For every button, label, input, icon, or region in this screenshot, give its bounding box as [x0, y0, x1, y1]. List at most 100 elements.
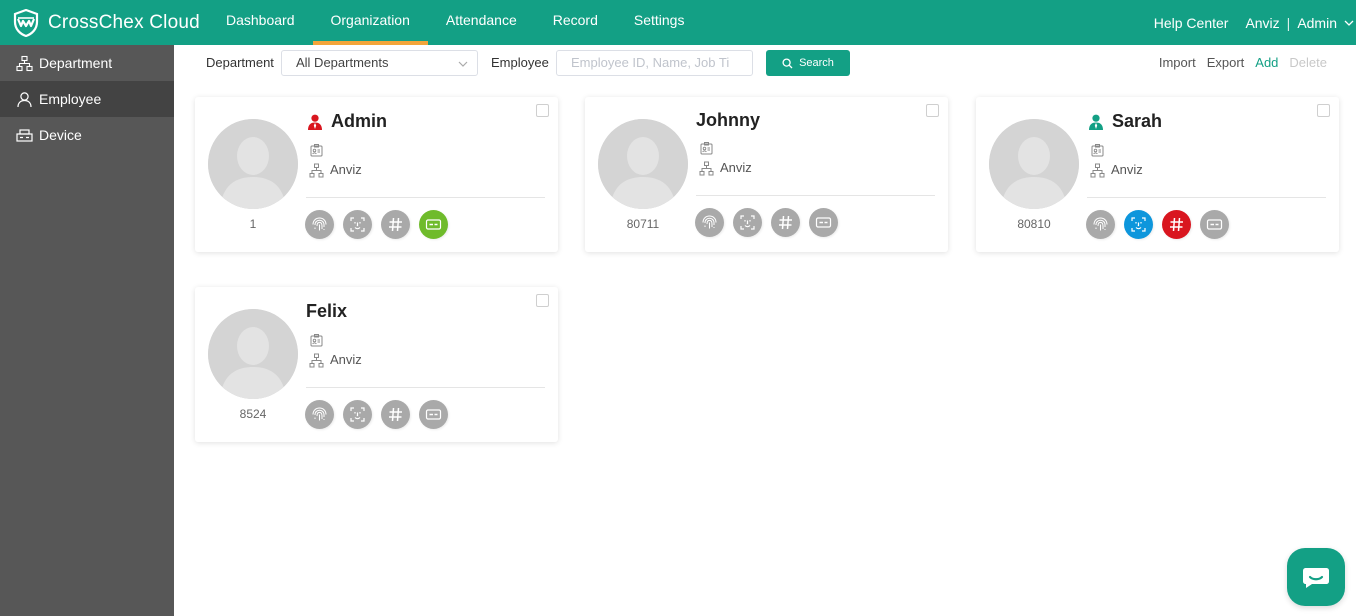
- import-button[interactable]: Import: [1159, 55, 1196, 70]
- nav-record[interactable]: Record: [535, 0, 616, 45]
- credential-fingerprint-button[interactable]: [305, 400, 334, 429]
- credential-fingerprint-button[interactable]: [695, 208, 724, 237]
- select-checkbox[interactable]: [536, 104, 549, 117]
- credential-card-button[interactable]: [419, 210, 448, 239]
- search-button[interactable]: Search: [766, 50, 850, 76]
- nav-organization[interactable]: Organization: [312, 0, 429, 45]
- main-nav: Dashboard Organization Attendance Record…: [208, 0, 702, 45]
- avatar: [598, 119, 688, 209]
- credential-password-button[interactable]: [381, 210, 410, 239]
- default-avatar-icon: [208, 119, 298, 209]
- credential-face-button[interactable]: [1124, 210, 1153, 239]
- employee-card-sarah[interactable]: 80810 Sarah Anviz: [976, 97, 1339, 252]
- employee-actions: Import Export Add Delete: [1148, 55, 1327, 70]
- employee-id: 1: [249, 217, 257, 231]
- employee-name-row: Sarah: [1087, 111, 1162, 132]
- add-button[interactable]: Add: [1255, 55, 1278, 70]
- nav-attendance[interactable]: Attendance: [428, 0, 535, 45]
- admin-user-icon: [308, 114, 322, 130]
- employee-id: 80810: [1017, 217, 1051, 231]
- employee-department: Anviz: [330, 162, 362, 177]
- user-menu[interactable]: Anviz | Admin: [1245, 15, 1356, 31]
- credential-password-button[interactable]: [1162, 210, 1191, 239]
- password-hash-icon: [779, 215, 792, 230]
- id-badge-icon: [700, 142, 713, 155]
- id-card-icon: [815, 217, 832, 228]
- employee-id: 8524: [239, 407, 267, 421]
- face-recognition-icon: [350, 407, 365, 422]
- export-button[interactable]: Export: [1207, 55, 1245, 70]
- delete-button[interactable]: Delete: [1289, 55, 1327, 70]
- employee-name[interactable]: Admin: [331, 111, 387, 132]
- card-divider: [696, 195, 935, 196]
- credential-badges: [305, 210, 457, 239]
- credential-fingerprint-button[interactable]: [305, 210, 334, 239]
- department-icon: [1090, 163, 1105, 178]
- credential-face-button[interactable]: [343, 400, 372, 429]
- sidebar-item-device[interactable]: Device: [0, 117, 174, 153]
- chat-widget-button[interactable]: [1287, 548, 1345, 606]
- sidebar-item-label: Department: [39, 55, 113, 71]
- device-icon: [16, 128, 33, 142]
- employee-card-felix[interactable]: 8524 Felix Anviz: [195, 287, 558, 442]
- id-card-icon: [1206, 219, 1223, 230]
- chevron-down-icon: [458, 61, 468, 67]
- select-checkbox[interactable]: [536, 294, 549, 307]
- employee-name[interactable]: Sarah: [1112, 111, 1162, 132]
- credential-password-button[interactable]: [771, 208, 800, 237]
- credential-card-button[interactable]: [419, 400, 448, 429]
- select-checkbox[interactable]: [1317, 104, 1330, 117]
- credential-card-button[interactable]: [1200, 210, 1229, 239]
- id-card-icon: [425, 409, 442, 420]
- brand[interactable]: CrossChex Cloud: [0, 0, 208, 45]
- sidebar-item-label: Device: [39, 127, 82, 143]
- select-checkbox[interactable]: [926, 104, 939, 117]
- employee-filter-label: Employee: [491, 55, 549, 70]
- credential-face-button[interactable]: [733, 208, 762, 237]
- nav-settings[interactable]: Settings: [616, 0, 703, 45]
- employee-name[interactable]: Johnny: [696, 110, 760, 131]
- sidebar-item-employee[interactable]: Employee: [0, 81, 174, 117]
- department-icon: [699, 161, 714, 176]
- employee-name[interactable]: Felix: [306, 301, 347, 322]
- chat-icon: [1303, 568, 1329, 588]
- department-icon: [309, 353, 324, 368]
- fingerprint-icon: [1093, 217, 1108, 231]
- department-select[interactable]: All Departments: [281, 50, 478, 76]
- search-button-label: Search: [799, 57, 834, 69]
- department-icon: [309, 163, 324, 178]
- chevron-down-icon: [1344, 20, 1354, 26]
- sidebar-item-department[interactable]: Department: [0, 45, 174, 81]
- id-badge-icon: [1091, 144, 1104, 157]
- department-select-value: All Departments: [296, 55, 389, 70]
- credential-card-button[interactable]: [809, 208, 838, 237]
- credential-fingerprint-button[interactable]: [1086, 210, 1115, 239]
- sidebar-item-label: Employee: [39, 91, 102, 107]
- face-recognition-icon: [350, 217, 365, 232]
- employee-search-input[interactable]: Employee ID, Name, Job Ti: [556, 50, 753, 76]
- header-right: Help Center Anviz | Admin: [1154, 0, 1356, 45]
- credential-badges: [1086, 210, 1238, 239]
- fingerprint-icon: [312, 407, 327, 421]
- credential-password-button[interactable]: [381, 400, 410, 429]
- employee-name-row: Johnny: [696, 110, 760, 131]
- user-name: Admin: [1297, 14, 1337, 31]
- card-divider: [1087, 197, 1326, 198]
- avatar: [989, 119, 1079, 209]
- nav-dashboard[interactable]: Dashboard: [208, 0, 313, 45]
- fingerprint-icon: [312, 217, 327, 231]
- employee-name-row: Admin: [306, 111, 387, 132]
- manager-user-icon: [1089, 114, 1103, 130]
- credential-badges: [695, 208, 847, 237]
- top-navigation-bar: CrossChex Cloud Dashboard Organization A…: [0, 0, 1356, 45]
- department-filter-label: Department: [206, 55, 274, 70]
- fingerprint-icon: [702, 215, 717, 229]
- employee-id: 80711: [626, 217, 660, 231]
- user-separator: |: [1286, 14, 1291, 31]
- help-center-link[interactable]: Help Center: [1154, 15, 1229, 31]
- employee-card-admin[interactable]: 1 Admin Anviz: [195, 97, 558, 252]
- filter-toolbar: Department All Departments Employee Empl…: [174, 45, 1356, 81]
- credential-face-button[interactable]: [343, 210, 372, 239]
- employee-card-johnny[interactable]: 80711 Johnny Anviz: [585, 97, 948, 252]
- id-card-icon: [425, 219, 442, 230]
